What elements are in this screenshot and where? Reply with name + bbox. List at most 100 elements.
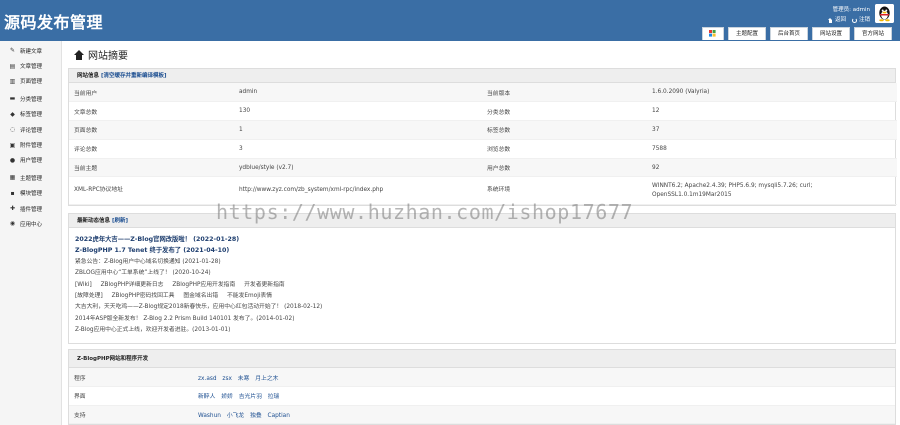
sidebar-item-modules[interactable]: ▪ 模块管理 (0, 186, 61, 201)
xml-rpc-url[interactable]: http://www.zyz.com/zb_system/xml-rpc/ind… (234, 176, 482, 206)
dev-name-link[interactable]: 未寒 (238, 376, 250, 382)
dev-name-link[interactable]: 月上之木 (255, 376, 278, 382)
sidebar-item-label: 分类管理 (20, 96, 43, 103)
logout-link[interactable]: 注销 (851, 15, 870, 25)
list-item: 2014年ASP版全新发布！ Z-Blog 2.2 Prism Build 14… (75, 314, 889, 325)
sidebar-item-label: 评论管理 (20, 127, 43, 134)
site-info-title: 网站信息 (77, 73, 100, 79)
dev-names: zx.asd zsx 未寒 月上之木 (193, 368, 895, 387)
sidebar-item-label: 用户管理 (20, 158, 43, 165)
news-link[interactable]: Z-BlogPHP 1.7 Tenet 终于发布了 (2021-04-10) (75, 247, 229, 254)
theme-icon: ▦ (9, 174, 16, 182)
info-label: 文章总数 (69, 101, 234, 122)
site-info-table: 当前用户 admin 当前版本 1.6.0.2090 (Valyria) 文章总… (69, 83, 897, 206)
tab-site-settings[interactable]: 网站设置 (811, 27, 850, 40)
news-list: 2022虎年大吉——Z-Blog官网改版啦！ (2022-01-28) Z-Bl… (69, 228, 895, 343)
info-label: 标签总数 (482, 120, 647, 140)
dev-name-link[interactable]: 吉光片羽 (239, 394, 262, 400)
list-item: Z-BlogPHP 1.7 Tenet 终于发布了 (2021-04-10) (75, 245, 889, 256)
info-value: 130 (234, 101, 482, 122)
sidebar-item-app-center[interactable]: ◉ 应用中心 (0, 216, 61, 231)
info-value: 1.6.0.2090 (Valyria) (647, 83, 897, 103)
info-value: 3 (234, 139, 482, 159)
page-icon: ▥ (9, 77, 16, 85)
info-label: XML-RPC协议地址 (69, 176, 234, 206)
top-tabs: 主题配置 后台首页 网站设置 官方网站 (701, 27, 892, 40)
refresh-news-link[interactable]: [刷新] (112, 218, 128, 224)
dev-name-link[interactable]: 娇娇 (221, 394, 233, 400)
news-tag: [故障处理] (75, 293, 103, 300)
dev-name-link[interactable]: Washun (198, 413, 221, 419)
sidebar-item-label: 文章管理 (20, 64, 43, 71)
developers-panel: Z-BlogPHP网站和程序开发 程序 zx.asd zsx 未寒 月上之木 界… (68, 349, 896, 425)
sidebar-item-attachments[interactable]: ▣ 附件管理 (0, 137, 61, 152)
dev-names: 新醉人 娇娇 吉光片羽 拉瑞 (193, 386, 895, 406)
sidebar-item-label: 主题管理 (20, 175, 43, 182)
news-link[interactable]: ZBlogPHP详细更新日志 (101, 282, 164, 288)
info-label: 当前用户 (69, 83, 234, 103)
news-link[interactable]: 图金域名出错 (183, 293, 218, 299)
news-link[interactable]: ZBLOG应用中心“工单系统”上线了！ (2020-10-24) (75, 270, 211, 276)
tab-official-site[interactable]: 官方网站 (853, 27, 892, 40)
sidebar-item-new-article[interactable]: ✎ 新建文章 (0, 43, 61, 58)
info-label: 评论总数 (69, 139, 234, 159)
admin-label: 管理员: admin (832, 7, 870, 13)
logout-label: 注销 (858, 17, 870, 23)
info-label: 用户总数 (482, 158, 647, 178)
sidebar-item-users[interactable]: ● 用户管理 (0, 153, 61, 168)
news-link[interactable]: 不能发Emoji表情 (227, 293, 272, 299)
dev-name-link[interactable]: 独叠 (250, 413, 262, 419)
news-link[interactable]: 大吉大利，天天吃鸡——Z-Blog规定2018新春快乐，应用中心红包活动开始了！… (75, 304, 322, 310)
news-link[interactable]: 2022虎年大吉——Z-Blog官网改版啦！ (2022-01-28) (75, 236, 239, 243)
dev-name-link[interactable]: 拉瑞 (268, 394, 280, 400)
user-info: 管理员: admin 返回 注销 (800, 5, 870, 25)
news-link[interactable]: 紧急公告：Z-Blog用户中心域名切换通知 (2021-01-28) (75, 259, 221, 265)
info-label: 浏览总数 (482, 139, 647, 159)
news-link[interactable]: ZBlogPHP应用开发指南 (172, 282, 235, 288)
avatar[interactable] (875, 4, 894, 23)
sidebar-item-label: 应用中心 (20, 221, 43, 228)
document-icon: ▤ (9, 62, 16, 70)
tab-theme-config[interactable]: 主题配置 (727, 27, 766, 40)
news-heading: 最新动态信息 [刷新] (69, 214, 895, 228)
sidebar-item-comments[interactable]: ◌ 评论管理 (0, 122, 61, 137)
news-link[interactable]: 开发者更新指南 (244, 282, 285, 288)
sidebar-item-articles[interactable]: ▤ 文章管理 (0, 58, 61, 73)
tab-admin-home[interactable]: 后台首页 (769, 27, 808, 40)
dev-name-link[interactable]: Captian (268, 413, 290, 419)
info-value: admin (234, 83, 482, 103)
info-value: 92 (647, 158, 897, 178)
clear-cache-link[interactable]: [清空缓存并重新编译模板] (101, 73, 167, 79)
dev-name-link[interactable]: 小飞龙 (227, 413, 244, 419)
sidebar-item-pages[interactable]: ▥ 页面管理 (0, 74, 61, 89)
sidebar-item-plugins[interactable]: ✚ 插件管理 (0, 201, 61, 216)
list-item: 紧急公告：Z-Blog用户中心域名切换通知 (2021-01-28) (75, 257, 889, 268)
page-title-text: 网站摘要 (88, 51, 128, 62)
info-value: 37 (647, 120, 897, 140)
list-item: [故障处理] ZBlogPHP密码找回工具 图金域名出错 不能发Emoji表情 (75, 291, 889, 302)
dev-name-link[interactable]: 新醉人 (198, 394, 215, 400)
list-item: 大吉大利，天天吃鸡——Z-Blog规定2018新春快乐，应用中心红包活动开始了！… (75, 302, 889, 313)
developers-table: 程序 zx.asd zsx 未寒 月上之木 界面 新醉人 娇娇 吉光片羽 拉瑞 (69, 368, 895, 424)
sidebar-item-tags[interactable]: ◆ 标签管理 (0, 107, 61, 122)
user-links: 返回 注销 (800, 15, 870, 25)
tab-windows[interactable] (701, 27, 724, 40)
news-link[interactable]: 2014年ASP版全新发布！ Z-Blog 2.2 Prism Build 14… (75, 316, 294, 322)
sidebar-item-label: 插件管理 (20, 206, 43, 213)
dev-role: 支持 (69, 405, 193, 424)
app-center-icon: ◉ (9, 220, 16, 228)
info-label: 当前版本 (482, 83, 647, 103)
sidebar-item-themes[interactable]: ▦ 主题管理 (0, 170, 61, 185)
info-label: 页面总数 (69, 120, 234, 140)
return-link[interactable]: 返回 (827, 15, 846, 25)
news-link[interactable]: Z-Blog应用中心正式上线，欢迎开发者进驻。(2013-01-01) (75, 327, 230, 333)
news-link[interactable]: ZBlogPHP密码找回工具 (112, 293, 175, 299)
sidebar-item-categories[interactable]: ▬ 分类管理 (0, 91, 61, 106)
info-value: 1 (234, 120, 482, 140)
dev-name-link[interactable]: zsx (222, 376, 232, 382)
dev-name-link[interactable]: zx.asd (198, 376, 217, 382)
dev-role: 程序 (69, 368, 193, 387)
table-row: 评论总数 3 浏览总数 7588 (69, 139, 897, 159)
dev-names: Washun 小飞龙 独叠 Captian (193, 405, 895, 424)
info-value: ydblue/style (v2.7) (234, 158, 482, 178)
